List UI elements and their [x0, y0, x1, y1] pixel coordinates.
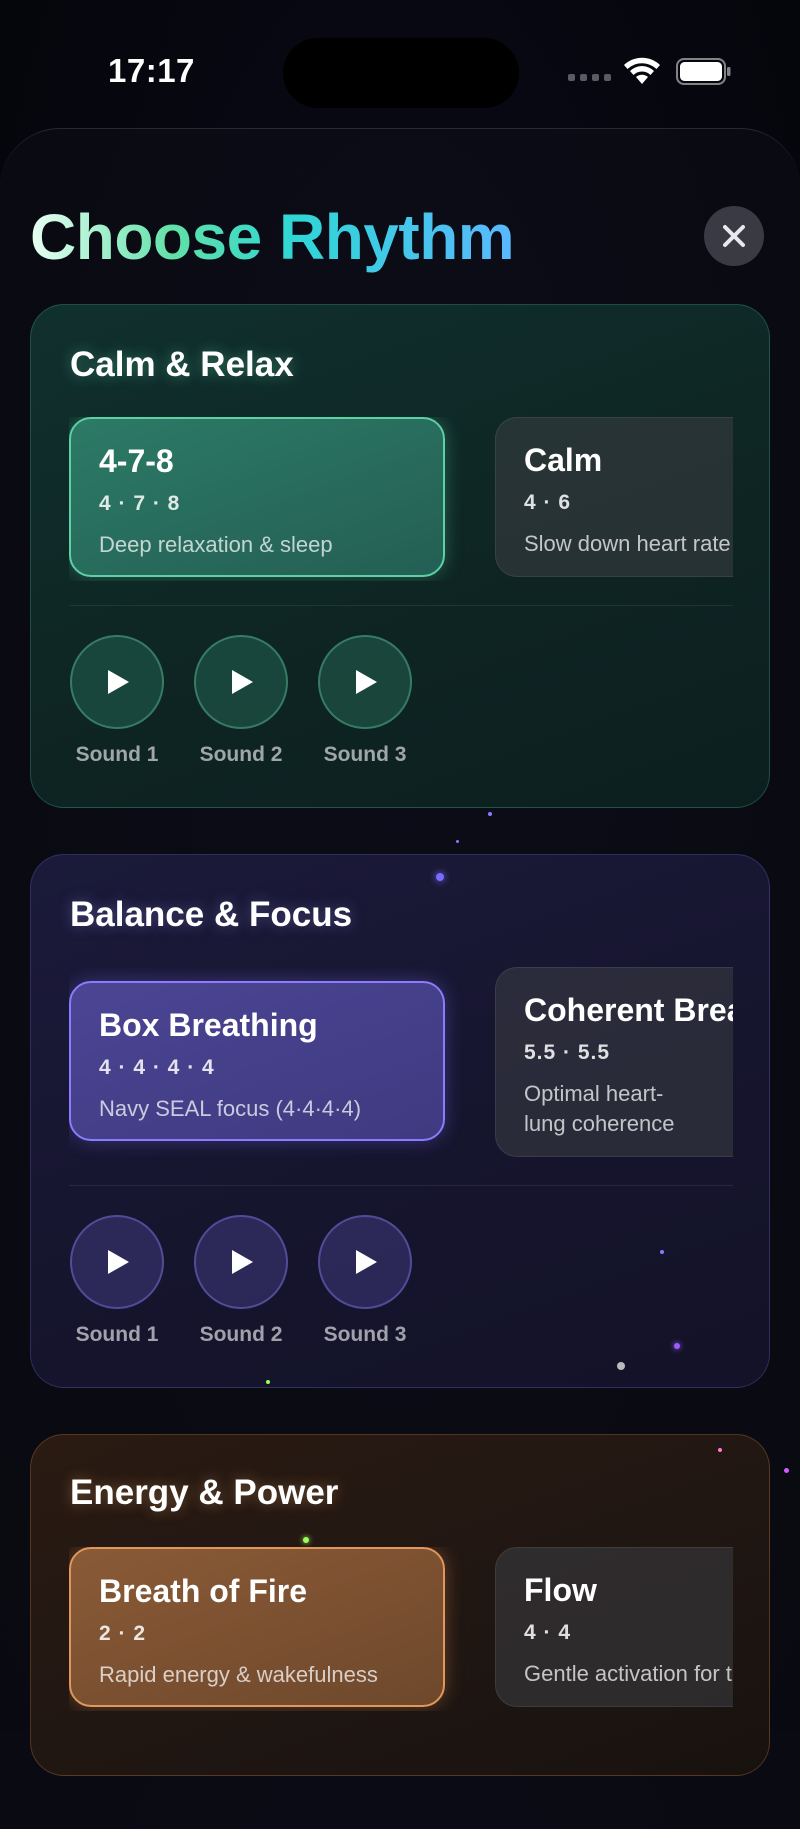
section-title: Energy & Power: [70, 1473, 339, 1512]
play-button[interactable]: [194, 635, 288, 729]
particle: [660, 1250, 664, 1254]
particle: [674, 1343, 680, 1349]
card-pattern: 5.5 · 5.5: [524, 1041, 611, 1064]
sound-label: Sound 2: [199, 1323, 283, 1346]
play-icon: [232, 1250, 253, 1274]
play-button[interactable]: [318, 1215, 412, 1309]
sound-option[interactable]: Sound 2: [193, 635, 289, 767]
card-pattern: 4 · 4 · 4 · 4: [99, 1056, 215, 1079]
sound-label: Sound 3: [323, 743, 407, 766]
close-button[interactable]: [704, 206, 764, 266]
sound-label: Sound 1: [75, 743, 159, 766]
particle: [718, 1448, 722, 1452]
card-name: Box Breathing: [99, 1007, 318, 1043]
card-description: Navy SEAL focus (4·4·4·4): [99, 1096, 362, 1121]
sound-option[interactable]: Sound 1: [69, 635, 165, 767]
play-icon: [108, 670, 129, 694]
play-button[interactable]: [70, 635, 164, 729]
divider: [69, 1185, 733, 1186]
rhythm-card-carousel[interactable]: Box Breathing 4 · 4 · 4 · 4 Navy SEAL fo…: [69, 967, 733, 1163]
rhythm-card-calm[interactable]: Calm 4 · 6 Slow down heart rate: [495, 417, 733, 577]
close-icon: [723, 225, 745, 247]
card-description: Rapid energy & wakefulness: [99, 1662, 378, 1687]
card-name: Coherent Breathing: [524, 992, 733, 1028]
section-calm-relax: Calm & Relax 4-7-8 4 · 7 · 8 Deep relaxa…: [30, 304, 770, 808]
card-pattern: 4 · 7 · 8: [99, 492, 181, 515]
particle: [436, 873, 444, 881]
section-balance-focus: Balance & Focus Box Breathing 4 · 4 · 4 …: [30, 854, 770, 1388]
card-description: Optimal heart-lung coherence: [524, 1081, 675, 1136]
particle: [266, 1380, 270, 1384]
play-button[interactable]: [194, 1215, 288, 1309]
divider: [69, 605, 733, 606]
battery-icon: [676, 58, 731, 85]
section-energy-power: Energy & Power Breath of Fire 2 · 2 Rapi…: [30, 1434, 770, 1776]
card-pattern: 4 · 4: [524, 1621, 572, 1644]
section-title: Calm & Relax: [70, 345, 294, 384]
sound-option[interactable]: Sound 3: [317, 635, 413, 767]
sound-label: Sound 1: [75, 1323, 159, 1346]
sound-option[interactable]: Sound 2: [193, 1215, 289, 1347]
particle: [303, 1537, 309, 1543]
cellular-signal-icon: [568, 74, 611, 81]
rhythm-card-4-7-8[interactable]: 4-7-8 4 · 7 · 8 Deep relaxation & sleep: [69, 417, 445, 577]
card-pattern: 2 · 2: [99, 1622, 147, 1645]
dynamic-island: [283, 38, 519, 108]
sound-selector: Sound 1 Sound 2 Sound 3: [69, 635, 413, 767]
card-name: Calm: [524, 442, 603, 478]
card-description: Gentle activation for the day: [524, 1661, 733, 1686]
play-icon: [356, 1250, 377, 1274]
wifi-icon: [624, 57, 660, 84]
play-icon: [232, 670, 253, 694]
sound-option[interactable]: Sound 3: [317, 1215, 413, 1347]
card-name: Breath of Fire: [99, 1573, 308, 1609]
rhythm-card-carousel[interactable]: Breath of Fire 2 · 2 Rapid energy & wake…: [69, 1547, 733, 1711]
rhythm-card-flow[interactable]: Flow 4 · 4 Gentle activation for the day: [495, 1547, 733, 1707]
status-time: 17:17: [108, 52, 195, 89]
sound-option[interactable]: Sound 1: [69, 1215, 165, 1347]
rhythm-card-breath-of-fire[interactable]: Breath of Fire 2 · 2 Rapid energy & wake…: [69, 1547, 445, 1707]
card-name: Flow: [524, 1572, 597, 1608]
section-title: Balance & Focus: [70, 895, 353, 934]
card-name: 4-7-8: [99, 443, 174, 479]
particle: [617, 1362, 625, 1370]
status-bar: 17:17: [0, 0, 800, 130]
rhythm-card-box-breathing[interactable]: Box Breathing 4 · 4 · 4 · 4 Navy SEAL fo…: [69, 981, 445, 1141]
sound-selector: Sound 1 Sound 2 Sound 3: [69, 1215, 413, 1347]
page-title: Choose Rhythm: [30, 201, 515, 273]
particle: [784, 1468, 789, 1473]
play-button[interactable]: [70, 1215, 164, 1309]
card-description: Slow down heart rate: [524, 531, 731, 556]
rhythm-card-coherent-breathing[interactable]: Coherent Breathing 5.5 · 5.5 Optimal hea…: [495, 967, 733, 1157]
sound-label: Sound 2: [199, 743, 283, 766]
sound-label: Sound 3: [323, 1323, 407, 1346]
card-description: Deep relaxation & sleep: [99, 532, 333, 557]
rhythm-card-carousel[interactable]: 4-7-8 4 · 7 · 8 Deep relaxation & sleep …: [69, 417, 733, 581]
play-icon: [356, 670, 377, 694]
card-pattern: 4 · 6: [524, 491, 572, 514]
play-button[interactable]: [318, 635, 412, 729]
particle: [488, 812, 492, 816]
particle: [456, 840, 459, 843]
play-icon: [108, 1250, 129, 1274]
